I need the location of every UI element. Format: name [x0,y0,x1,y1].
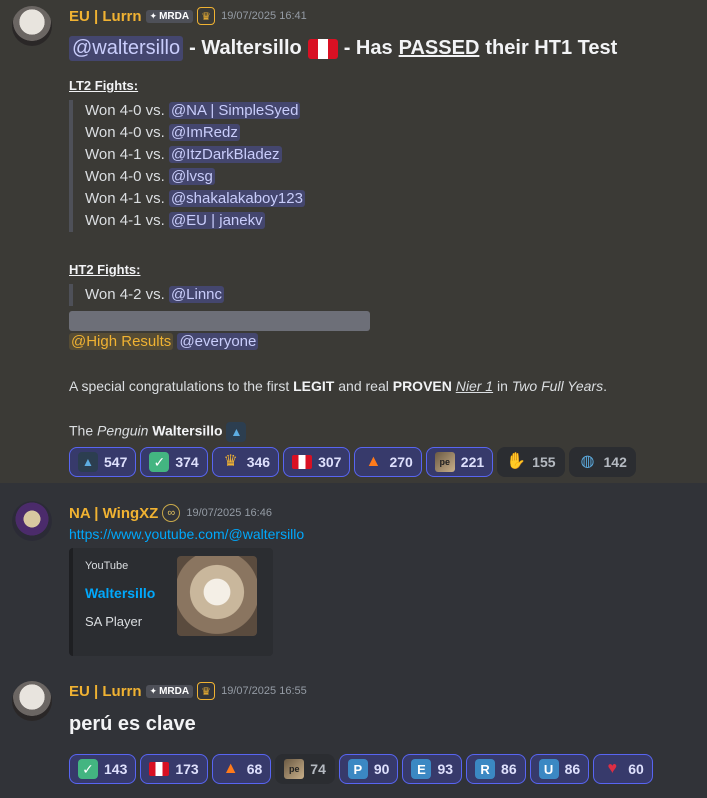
heading-passed: PASSED [398,37,480,59]
reaction-check[interactable]: ✓ 374 [140,447,208,477]
reactions-bar: ▲ 547 ✓ 374 ♛ 346 307 ▲ 270 pe 221 ✋ 155 ◍ 142 [69,447,636,477]
embed-provider: YouTube [85,560,129,572]
message-2: NA | WingXZ ∞ 19/07/2025 16:46 https://w… [0,483,707,663]
letter-e-icon: E [411,759,432,779]
reaction-letter-r[interactable]: R 86 [466,754,526,784]
username[interactable]: EU | Lurrn [69,8,142,25]
everyone-mention[interactable]: @everyone [177,333,259,350]
reaction-globe[interactable]: ◍ 142 [568,447,636,477]
message-header: EU | Lurrn ✦ MRDA ♛ 19/07/2025 16:55 [69,682,307,700]
peru-flag-icon [149,762,170,776]
message-header: EU | Lurrn ✦ MRDA ♛ 19/07/2025 16:41 [69,7,307,25]
crown-badge-icon[interactable]: ♛ [197,682,216,700]
message-text: perú es clave [69,713,196,735]
message-3: EU | Lurrn ✦ MRDA ♛ 19/07/2025 16:55 perú… [0,663,707,798]
username[interactable]: NA | WingXZ [69,505,158,522]
timestamp: 19/07/2025 16:55 [221,685,307,697]
user-avatar[interactable] [12,501,52,541]
user-avatar[interactable] [12,6,52,46]
fire-icon: ▲ [365,453,382,470]
reaction-letter-u[interactable]: U 86 [529,754,590,784]
letter-r-icon: R [475,759,496,779]
reaction-pe-image[interactable]: pe 74 [275,754,335,784]
reaction-graduation-cap[interactable]: ▲ 547 [69,447,137,477]
fight-row: Won 4-2 vs. @Linnc [85,286,225,303]
fire-icon: ▲ [222,760,239,777]
timestamp: 19/07/2025 16:46 [186,507,272,519]
heading-test: their HT1 Test [485,37,618,59]
server-tag[interactable]: ✦ MRDA [145,684,194,698]
ht2-title: HT2 Fights: [69,262,141,277]
user-mention[interactable]: @lvsg [168,168,215,185]
fight-row: Won 4-1 vs. @shakalakaboy123 [85,190,305,207]
spoiler-text[interactable] [69,311,370,331]
user-avatar[interactable] [12,681,52,721]
user-mention[interactable]: @EU | janekv [168,212,265,229]
user-mention[interactable]: @Linnc [168,286,225,303]
embed-description: SA Player [85,614,143,629]
fight-row: Won 4-0 vs. @NA | SimpleSyed [85,102,301,119]
congrats-text: A special congratulations to the first L… [69,378,607,394]
letter-p-icon: P [347,759,368,779]
server-tag[interactable]: ✦ MRDA [145,9,194,23]
username[interactable]: EU | Lurrn [69,683,142,700]
announcement-heading: @waltersillo - Waltersillo - Has PASSED … [69,36,617,61]
signoff-text: The Penguin Waltersillo ▲ [69,422,247,442]
link-embed: YouTube Waltersillo SA Player [69,548,273,656]
fight-row: Won 4-1 vs. @ItzDarkBladez [85,146,282,163]
reaction-peru-flag[interactable]: 307 [283,447,351,477]
check-mark-icon: ✓ [78,759,98,779]
thumbs-up-icon: ✋ [506,453,527,470]
user-mention[interactable]: @ImRedz [168,124,240,141]
peru-flag-icon [292,455,313,469]
crown-badge-icon[interactable]: ♛ [197,7,216,25]
diamond-icon: ✦ [149,10,158,21]
user-mention[interactable]: @ItzDarkBladez [168,146,282,163]
reaction-letter-e[interactable]: E 93 [402,754,463,784]
peru-flag-icon [307,38,338,59]
globe-icon: ◍ [580,453,595,470]
crown-icon: ♛ [223,453,238,470]
user-mention[interactable]: @waltersillo [69,36,184,61]
message-header: NA | WingXZ ∞ 19/07/2025 16:46 [69,504,272,522]
user-mention[interactable]: @shakalakaboy123 [168,190,305,207]
reaction-check[interactable]: ✓ 143 [69,754,137,784]
reaction-thumbs-up[interactable]: ✋ 155 [497,447,565,477]
graduation-cap-icon: ▲ [78,452,98,472]
graduation-cap-icon: ▲ [226,422,247,442]
heading-name: - Waltersillo [189,37,302,59]
lt2-fights-quote: Won 4-0 vs. @NA | SimpleSyed Won 4-0 vs.… [69,100,305,232]
ht2-fights-quote: Won 4-2 vs. @Linnc [69,284,225,306]
mentions-line: @High Results @everyone [69,333,259,350]
role-mention[interactable]: @High Results [69,333,174,350]
heart-icon: ♥ [607,760,617,777]
reaction-letter-p[interactable]: P 90 [338,754,399,784]
reaction-fire[interactable]: ▲ 68 [211,754,272,784]
user-mention[interactable]: @NA | SimpleSyed [168,102,301,119]
lt2-title: LT2 Fights: [69,78,139,93]
fight-row: Won 4-0 vs. @ImRedz [85,124,240,141]
message-1: EU | Lurrn ✦ MRDA ♛ 19/07/2025 16:41 @wal… [0,0,707,483]
youtube-link[interactable]: https://www.youtube.com/@waltersillo [69,526,304,542]
reaction-heart[interactable]: ♥ 60 [593,754,653,784]
letter-u-icon: U [538,759,559,779]
reaction-peru-flag[interactable]: 173 [140,754,208,784]
pe-image-icon: pe [434,452,455,472]
fight-row: Won 4-0 vs. @lvsg [85,168,215,185]
server-tag-label: MRDA [159,10,190,22]
fight-row: Won 4-1 vs. @EU | janekv [85,212,265,229]
reaction-crown[interactable]: ♛ 346 [211,447,280,477]
reaction-fire[interactable]: ▲ 270 [354,447,422,477]
embed-thumbnail[interactable] [177,556,257,636]
heading-has: - Has [343,37,393,59]
timestamp: 19/07/2025 16:41 [221,10,307,22]
server-tag-label: MRDA [159,685,190,697]
diamond-icon: ✦ [149,685,158,696]
embed-title[interactable]: Waltersillo [85,585,155,601]
pe-image-icon: pe [284,759,305,779]
check-mark-icon: ✓ [149,452,170,472]
infinity-badge-icon[interactable]: ∞ [162,504,181,522]
reactions-bar: ✓ 143 173 ▲ 68 pe 74 P 90 E 93 R 86 U 86 ♥ 60 [69,754,653,784]
reaction-pe-image[interactable]: pe 221 [425,447,494,477]
